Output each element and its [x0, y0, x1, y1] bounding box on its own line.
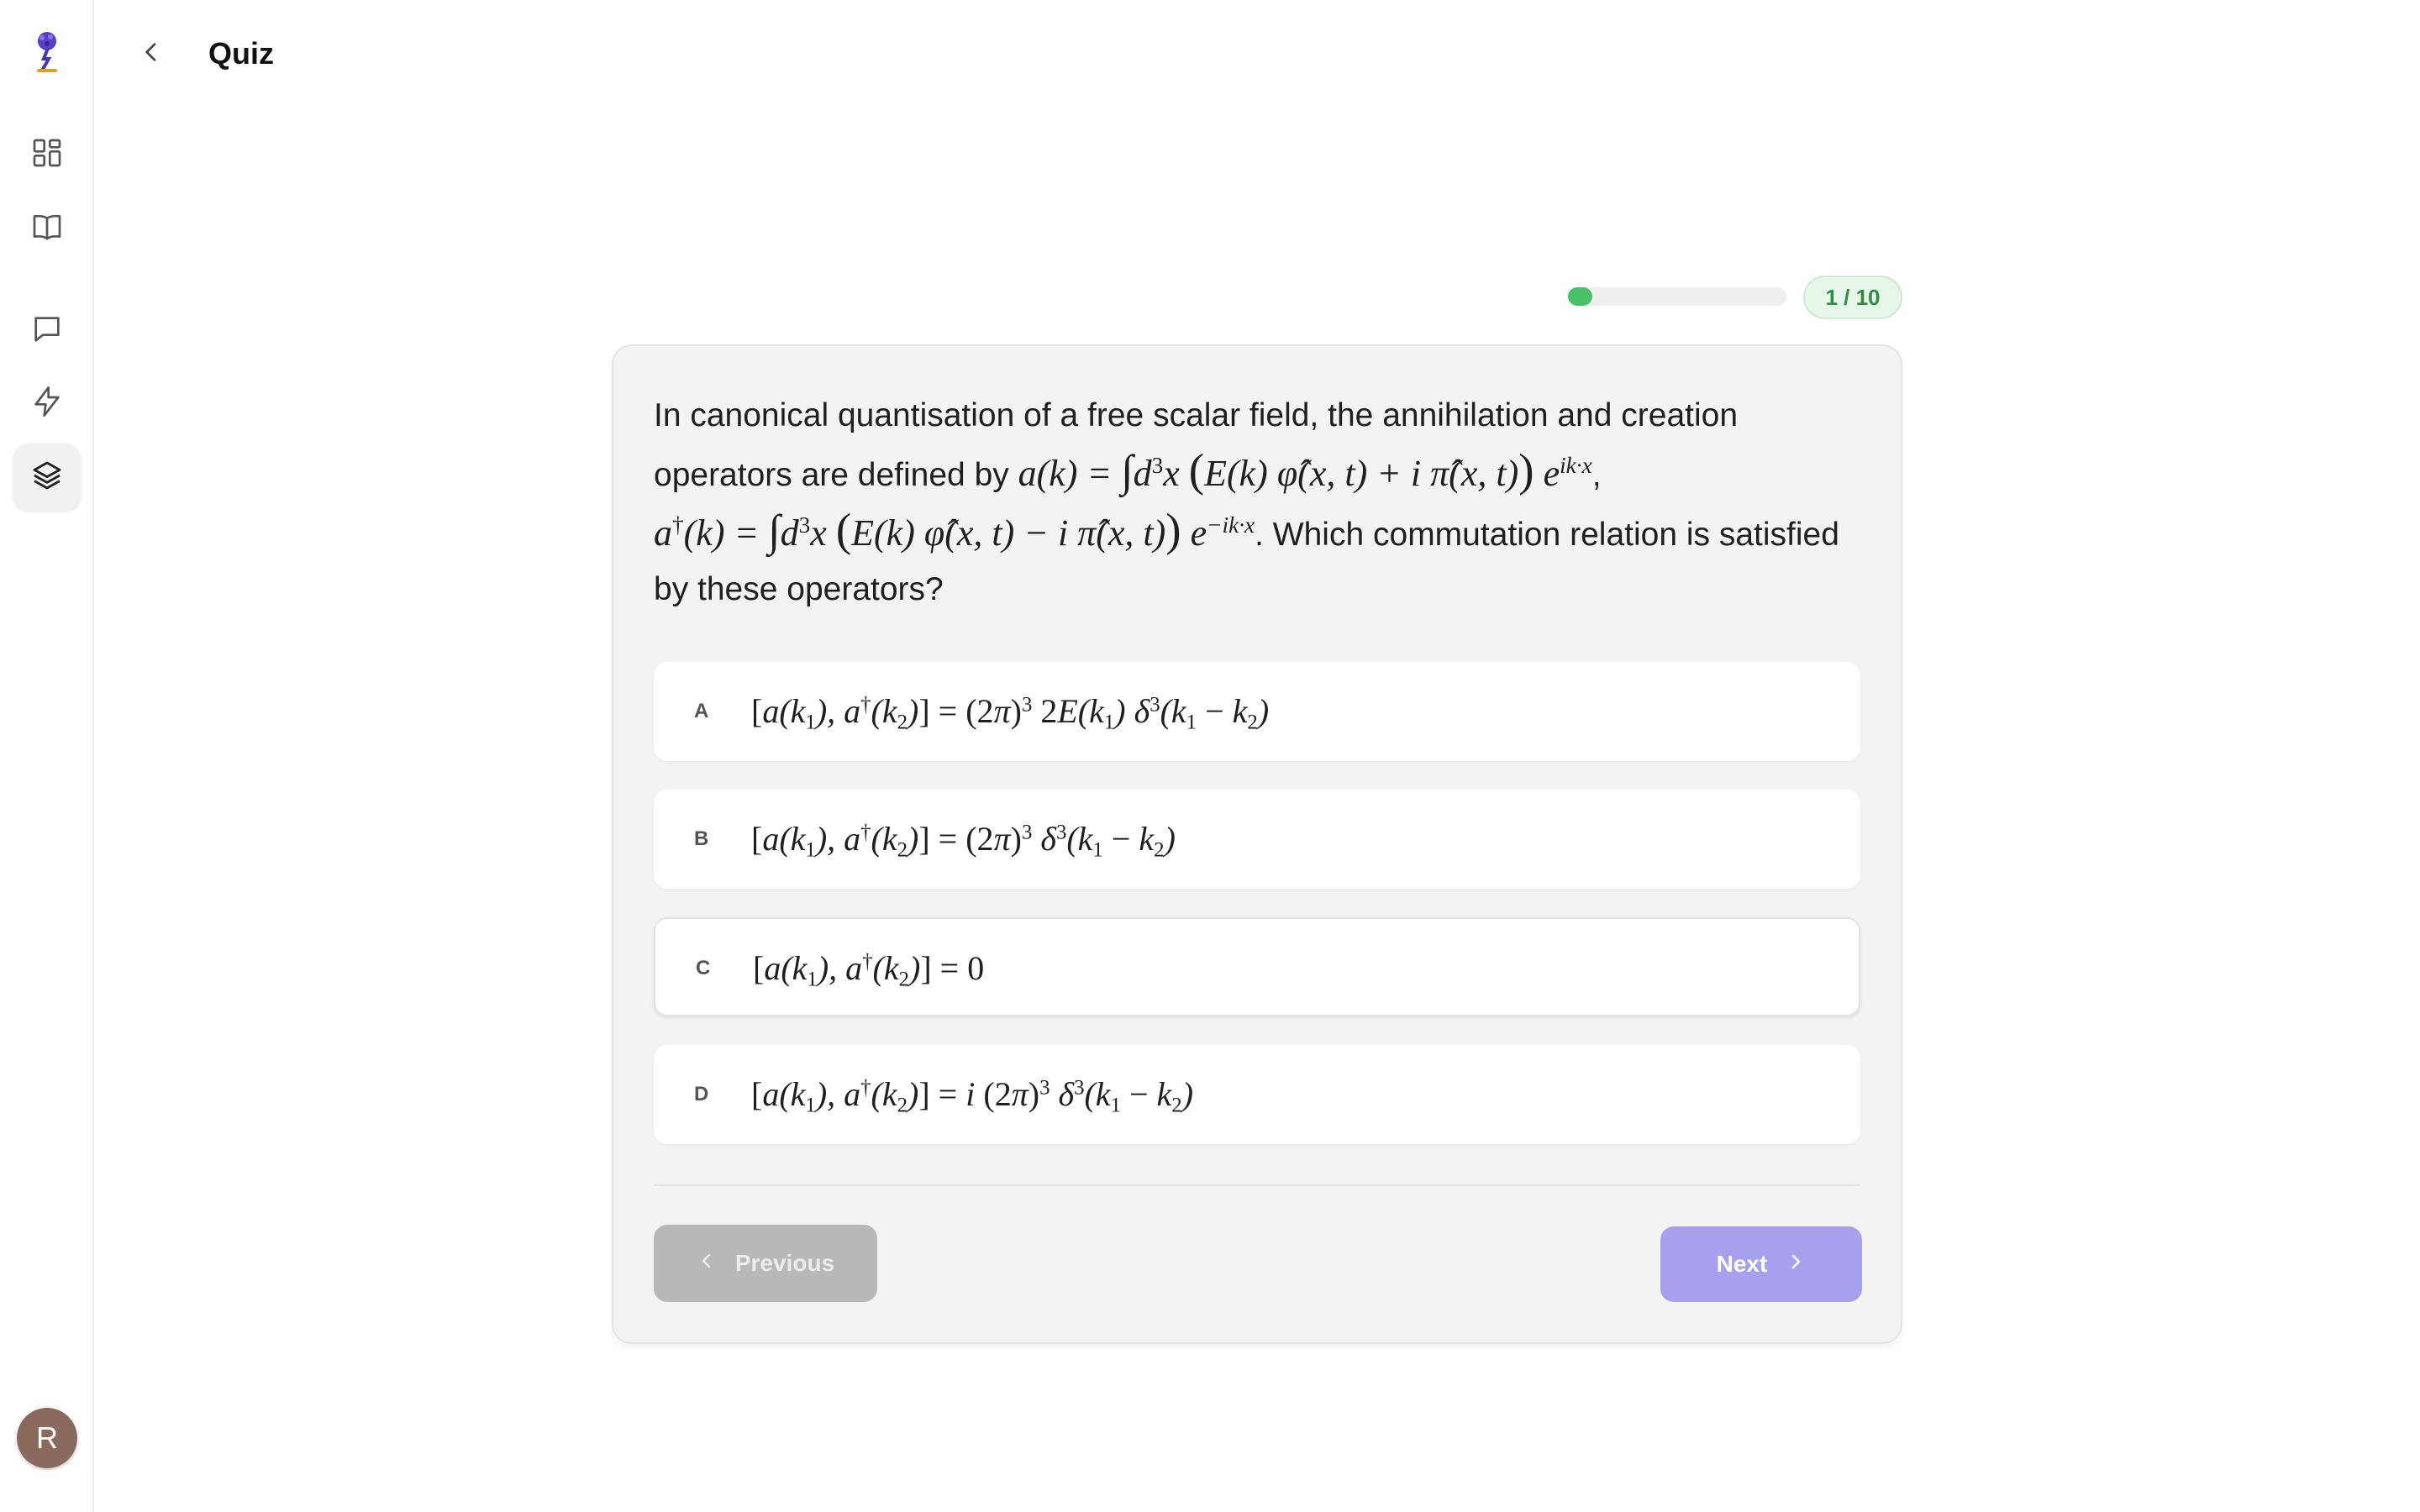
sidebar-item-flashcards[interactable] — [13, 370, 81, 437]
option-formula: [a(k1), a†(k2)] = (2π)3 2E(k1) δ3(k1 − k… — [751, 692, 1270, 734]
option-letter: B — [694, 827, 709, 850]
formula-annihilation: a(k) = ∫d3x (E(k) φ̂(x, t) + i π̂(x, t))… — [1018, 444, 1592, 496]
book-icon — [30, 210, 64, 248]
option-formula: [a(k1), a†(k2)] = (2π)3 δ3(k1 − k2) — [751, 820, 1176, 862]
chevron-left-icon — [138, 39, 165, 70]
progress-counter: 1 / 10 — [1803, 276, 1902, 319]
lightning-icon — [30, 385, 64, 423]
back-button[interactable] — [131, 34, 171, 74]
page-title: Quiz — [208, 36, 274, 71]
option-formula: [a(k1), a†(k2)] = 0 — [753, 949, 985, 991]
sidebar-item-chat[interactable] — [13, 297, 81, 365]
footer-divider — [654, 1184, 1860, 1186]
question-card: In canonical quantisation of a free scal… — [612, 344, 1902, 1344]
sidebar-item-dashboard[interactable] — [13, 121, 81, 188]
chat-icon — [30, 312, 64, 350]
option-d[interactable]: D [a(k1), a†(k2)] = i (2π)3 δ3(k1 − k2) — [654, 1045, 1860, 1144]
progress-fill — [1568, 287, 1592, 306]
option-letter: D — [694, 1083, 709, 1105]
option-letter: C — [696, 957, 711, 979]
progress-bar — [1568, 287, 1786, 306]
option-b[interactable]: B [a(k1), a†(k2)] = (2π)3 δ3(k1 − k2) — [654, 790, 1860, 889]
avatar-initial: R — [36, 1420, 58, 1455]
dashboard-icon — [30, 136, 64, 174]
sidebar-item-library[interactable] — [13, 195, 81, 262]
previous-label: Previous — [734, 1250, 835, 1276]
previous-button[interactable]: Previous — [654, 1225, 877, 1302]
option-formula: [a(k1), a†(k2)] = i (2π)3 δ3(k1 − k2) — [751, 1075, 1194, 1117]
question-text: In canonical quantisation of a free scal… — [654, 397, 1839, 607]
next-button[interactable]: Next — [1660, 1226, 1862, 1302]
genie-logo[interactable] — [30, 30, 64, 74]
chevron-left-icon — [697, 1250, 717, 1277]
layers-icon — [30, 459, 64, 496]
sidebar-item-quiz[interactable] — [13, 444, 81, 511]
option-a[interactable]: A [a(k1), a†(k2)] = (2π)3 2E(k1) δ3(k1 −… — [654, 662, 1860, 761]
option-c[interactable]: C [a(k1), a†(k2)] = 0 — [654, 917, 1860, 1016]
option-letter: A — [694, 700, 709, 722]
chevron-right-icon — [1786, 1251, 1806, 1278]
formula-creation: a†(k) = ∫d3x (E(k) φ̂(x, t) − i π̂(x, t)… — [654, 504, 1255, 555]
sidebar: R — [0, 0, 94, 1512]
avatar[interactable]: R — [17, 1408, 77, 1468]
next-label: Next — [1716, 1251, 1768, 1277]
